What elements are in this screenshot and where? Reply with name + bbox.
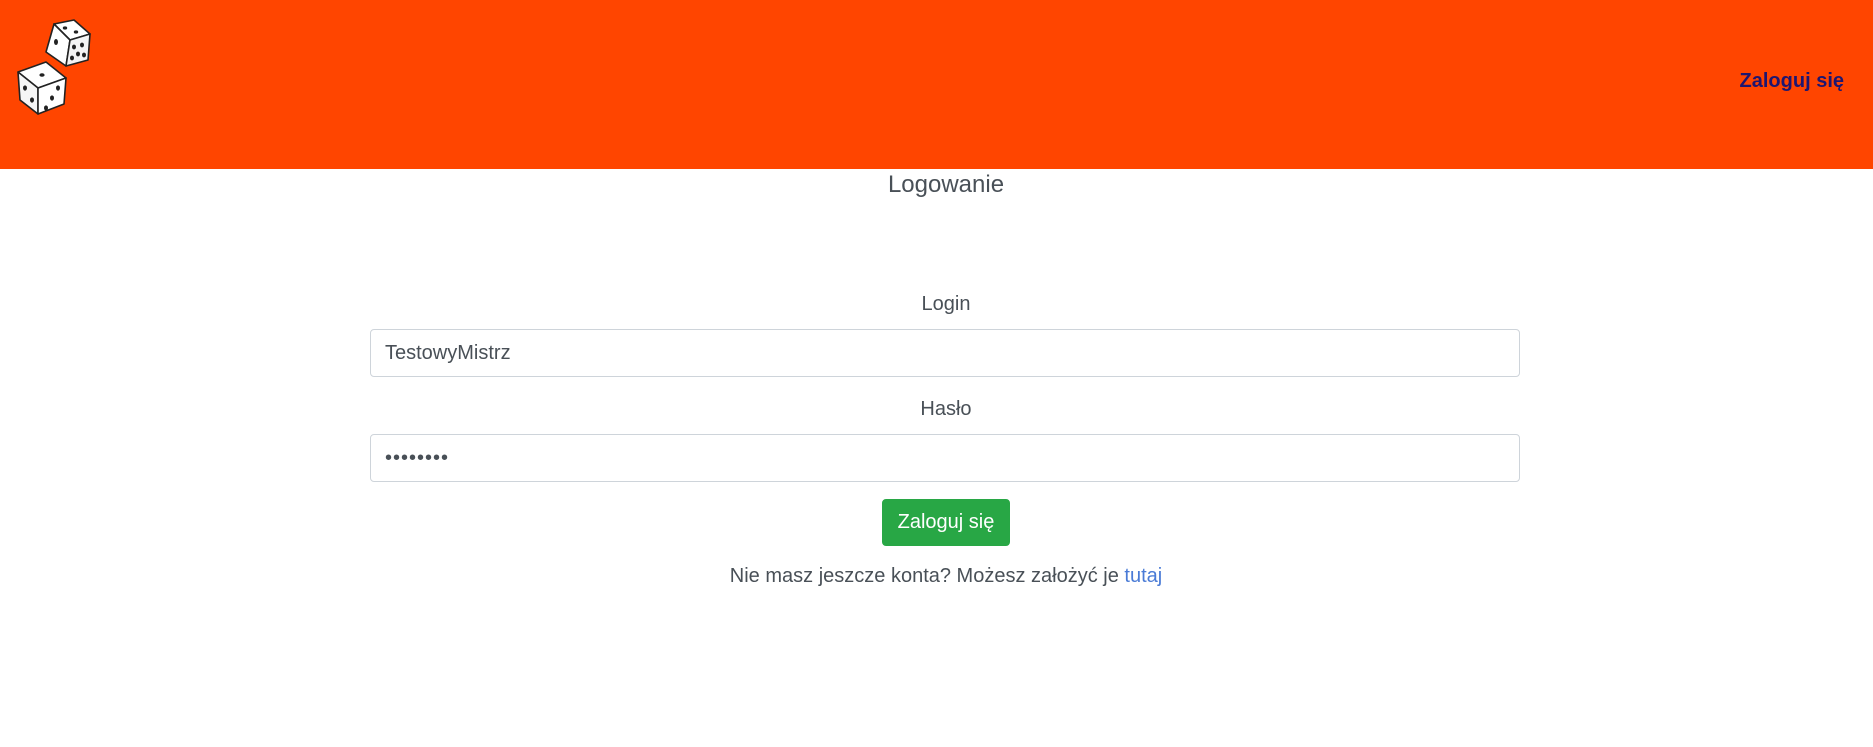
register-text: Nie masz jeszcze konta? Możesz założyć j… — [729, 565, 1125, 587]
password-label: Hasło — [920, 398, 972, 420]
login-submit-button[interactable]: Zaloguj się — [882, 499, 1010, 546]
nav-login-link[interactable]: Zaloguj się — [1740, 70, 1844, 93]
login-input[interactable] — [370, 329, 1520, 377]
page-title: Logowanie — [887, 171, 1005, 198]
dice-logo-icon[interactable] — [16, 18, 94, 116]
register-link[interactable]: tutaj — [1124, 565, 1162, 587]
register-prompt: Nie masz jeszcze konta? Możesz założyć j… — [0, 565, 1873, 588]
login-label: Login — [921, 293, 971, 315]
password-input[interactable] — [370, 434, 1520, 482]
top-navbar: Zaloguj się — [0, 0, 1873, 169]
